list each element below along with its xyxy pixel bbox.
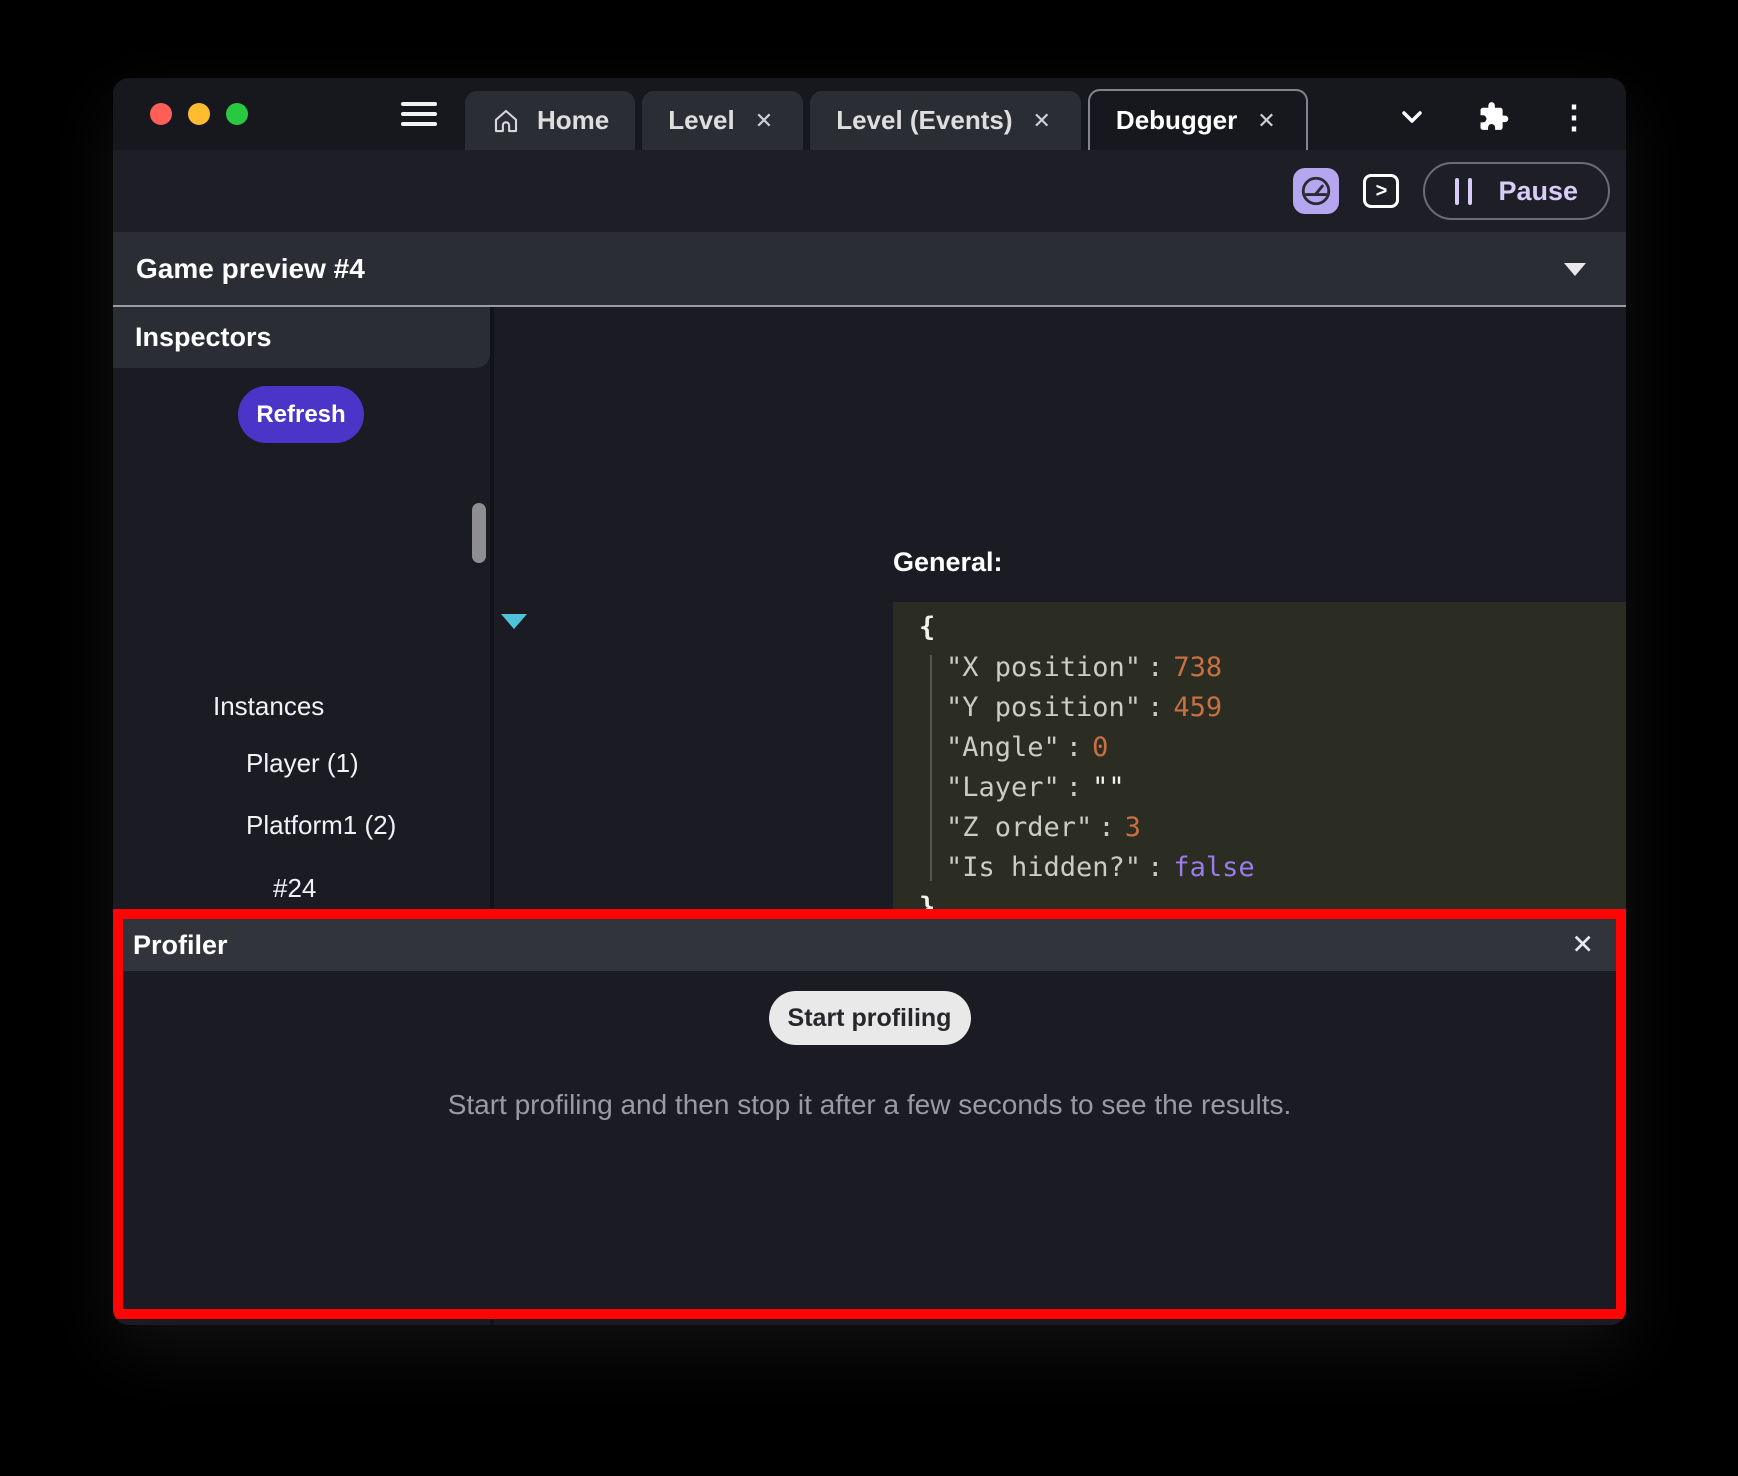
- json-property-row: "Angle":0: [893, 728, 1626, 768]
- close-profiler-icon[interactable]: ✕: [1571, 930, 1594, 961]
- collapse-object-icon[interactable]: [501, 614, 527, 629]
- close-tab-icon[interactable]: ✕: [751, 106, 777, 136]
- pause-button[interactable]: Pause: [1423, 162, 1610, 220]
- sidebar-item-platform1[interactable]: Platform1 (2): [246, 810, 396, 844]
- start-profiling-button[interactable]: Start profiling: [769, 991, 971, 1045]
- tab-label: Home: [537, 105, 609, 136]
- console-button[interactable]: >: [1363, 174, 1399, 208]
- home-icon: [491, 106, 521, 136]
- extensions-puzzle-icon[interactable]: [1476, 100, 1510, 134]
- tab-bar: Home Level ✕ Level (Events) ✕ Debugger ✕: [113, 78, 1626, 150]
- inspectors-title: Inspectors: [135, 322, 272, 353]
- json-key: "Z order": [946, 812, 1092, 843]
- gauge-icon: [1299, 174, 1333, 208]
- minimize-window-button[interactable]: [188, 103, 210, 125]
- json-value: 738: [1173, 652, 1222, 683]
- refresh-button[interactable]: Refresh: [238, 386, 364, 443]
- json-open-brace: {: [893, 608, 1626, 648]
- tab-label: Debugger: [1116, 105, 1237, 136]
- sidebar-item-player[interactable]: Player (1): [246, 748, 359, 782]
- close-tab-icon[interactable]: ✕: [1253, 106, 1279, 136]
- tab-label: Level (Events): [836, 105, 1012, 136]
- tab-debugger[interactable]: Debugger ✕: [1088, 89, 1308, 150]
- game-preview-header[interactable]: Game preview #4: [113, 232, 1626, 305]
- sidebar-scrollbar[interactable]: [472, 503, 486, 563]
- json-key: "X position": [946, 652, 1141, 683]
- json-key: "Angle": [946, 732, 1060, 763]
- zoom-window-button[interactable]: [226, 103, 248, 125]
- app-window: Home Level ✕ Level (Events) ✕ Debugger ✕: [113, 78, 1626, 1325]
- json-property-row: "Is hidden?":false: [893, 848, 1626, 888]
- tab-level[interactable]: Level ✕: [642, 91, 803, 150]
- general-json-view: { "X position":738 "Y position":459 "Ang…: [893, 602, 1626, 924]
- json-property-row: "X position":738: [893, 648, 1626, 688]
- json-value: 459: [1173, 692, 1222, 723]
- json-property-row: "Layer":"": [893, 768, 1626, 808]
- close-window-button[interactable]: [150, 103, 172, 125]
- overflow-menu-icon[interactable]: ⋮: [1558, 102, 1590, 132]
- tab-level-events[interactable]: Level (Events) ✕: [810, 91, 1081, 150]
- json-value: "": [1092, 772, 1125, 803]
- pause-button-label: Pause: [1498, 176, 1578, 207]
- json-value: 3: [1125, 812, 1141, 843]
- json-property-row: "Z order":3: [893, 808, 1626, 848]
- hamburger-menu-icon[interactable]: [401, 98, 437, 130]
- json-property-row: "Y position":459: [893, 688, 1626, 728]
- debugger-content: Inspectors Refresh Instances Player (1) …: [113, 307, 1626, 1325]
- profiler-panel: Profiler ✕ Start profiling Start profili…: [113, 909, 1626, 1319]
- tab-strip: Home Level ✕ Level (Events) ✕ Debugger ✕: [465, 91, 1315, 150]
- chevron-down-icon[interactable]: [1396, 101, 1428, 133]
- profiler-title: Profiler: [133, 930, 228, 961]
- profiler-hint-text: Start profiling and then stop it after a…: [448, 1089, 1292, 1121]
- pause-icon: [1455, 178, 1472, 205]
- json-value: 0: [1092, 732, 1108, 763]
- json-key: "Is hidden?": [946, 852, 1141, 883]
- general-heading: General:: [893, 547, 1003, 578]
- indent-guide: [930, 655, 932, 881]
- sidebar-item-instances[interactable]: Instances: [213, 691, 324, 725]
- console-icon: >: [1376, 180, 1388, 203]
- profiler-header: Profiler ✕: [123, 919, 1616, 971]
- collapse-caret-icon[interactable]: [1564, 263, 1586, 276]
- tab-home[interactable]: Home: [465, 91, 635, 150]
- json-key: "Layer": [946, 772, 1060, 803]
- sidebar-item-24[interactable]: #24: [273, 873, 316, 907]
- debugger-toolbar: > Pause: [113, 150, 1626, 232]
- profiler-gauge-button[interactable]: [1293, 168, 1339, 214]
- tab-label: Level: [668, 105, 735, 136]
- titlebar-actions: ⋮: [1396, 100, 1590, 134]
- inspectors-header: Inspectors: [113, 307, 490, 368]
- close-tab-icon[interactable]: ✕: [1028, 106, 1054, 136]
- json-key: "Y position": [946, 692, 1141, 723]
- json-value: false: [1173, 852, 1254, 883]
- game-preview-title: Game preview #4: [136, 253, 365, 285]
- profiler-body: Start profiling Start profiling and then…: [123, 971, 1616, 1121]
- traffic-lights: [150, 103, 248, 125]
